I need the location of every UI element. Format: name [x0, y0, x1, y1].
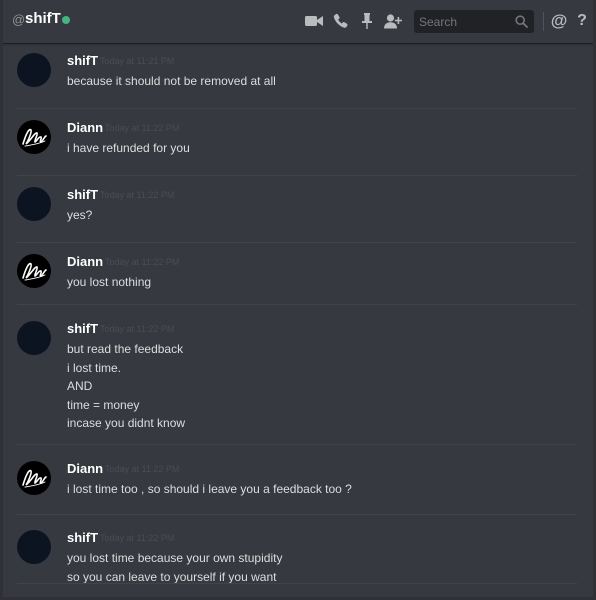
message-text: i lost time. [67, 360, 122, 375]
message-content: yes? [67, 206, 92, 225]
online-status-icon [62, 16, 70, 24]
message-text: but read the feedback [67, 342, 184, 356]
window-border-left [0, 0, 3, 600]
message-text: because it should not be removed at all [67, 74, 276, 88]
message-text: incase you didnt know [67, 416, 186, 430]
message-timestamp: Today at 11:22 PM [105, 123, 180, 133]
user-avatar[interactable] [17, 530, 51, 564]
message-text: i have refunded for you [67, 141, 190, 155]
diann-signature-icon [22, 469, 47, 488]
message-divider [17, 514, 577, 515]
mention-icon[interactable]: @ [550, 11, 568, 31]
message-divider [17, 108, 577, 109]
help-icon[interactable]: ? [575, 11, 589, 31]
user-avatar[interactable] [17, 461, 51, 495]
message-author[interactable]: shifT [67, 321, 98, 336]
message-divider [17, 175, 577, 176]
message-content: i lost time too , so should i leave you … [67, 480, 352, 499]
search-bar[interactable] [414, 10, 534, 33]
message-text: you lost nothing [67, 275, 152, 289]
message-timestamp: Today at 11:22 PM [100, 533, 175, 543]
message-timestamp: Today at 11:22 PM [105, 464, 180, 474]
message-author[interactable]: shifT [67, 53, 98, 68]
message-list: shifT Today at 11:21 PM because it shoul… [0, 43, 596, 600]
message-content: because it should not be removed at all [67, 72, 276, 91]
video-call-icon[interactable] [304, 11, 324, 31]
message-timestamp: Today at 11:22 PM [105, 257, 180, 267]
message-content: but read the feedback i lost time. AND t… [67, 340, 185, 433]
message-author[interactable]: Diann [67, 120, 103, 135]
user-avatar[interactable] [17, 321, 51, 355]
add-friend-icon[interactable] [383, 11, 403, 31]
user-avatar[interactable] [17, 53, 51, 87]
message-text: AND [67, 379, 93, 393]
message-timestamp: Today at 11:22 PM [100, 324, 175, 334]
diann-signature-icon [22, 128, 47, 147]
message-content: i have refunded for you [67, 139, 190, 158]
message-divider [17, 583, 577, 584]
message-text: yes? [67, 208, 93, 222]
message-author[interactable]: Diann [67, 461, 103, 476]
message-author[interactable]: Diann [67, 254, 103, 269]
user-avatar[interactable] [17, 120, 51, 154]
message-divider [17, 242, 577, 243]
dm-window: @ shifT Search @ ? shifT Today at 11:21 … [0, 0, 596, 600]
search-icon[interactable] [515, 15, 528, 28]
dm-recipient-name[interactable]: shifT [25, 10, 61, 27]
diann-signature-icon [22, 262, 47, 281]
message-divider [17, 444, 577, 445]
message-divider [17, 304, 577, 305]
message-author[interactable]: shifT [67, 187, 98, 202]
header-divider [543, 12, 544, 31]
search-input[interactable] [414, 10, 510, 33]
message-timestamp: Today at 11:21 PM [100, 56, 175, 66]
channel-header: @ shifT Search @ ? [0, 0, 596, 43]
user-avatar[interactable] [17, 187, 51, 221]
user-avatar[interactable] [17, 254, 51, 288]
voice-call-icon[interactable] [331, 11, 351, 31]
message-author[interactable]: shifT [67, 530, 98, 545]
pinned-messages-icon[interactable] [357, 11, 377, 31]
message-text: i lost time too , so should i leave you … [67, 482, 352, 496]
message-timestamp: Today at 11:22 PM [100, 190, 175, 200]
message-text: you lost time because your own stupidity [67, 551, 283, 565]
message-content: you lost time because your own stupidity… [67, 549, 282, 586]
message-content: you lost nothing [67, 273, 151, 292]
message-text: time = money [67, 397, 140, 412]
dm-at-symbol: @ [12, 12, 26, 27]
